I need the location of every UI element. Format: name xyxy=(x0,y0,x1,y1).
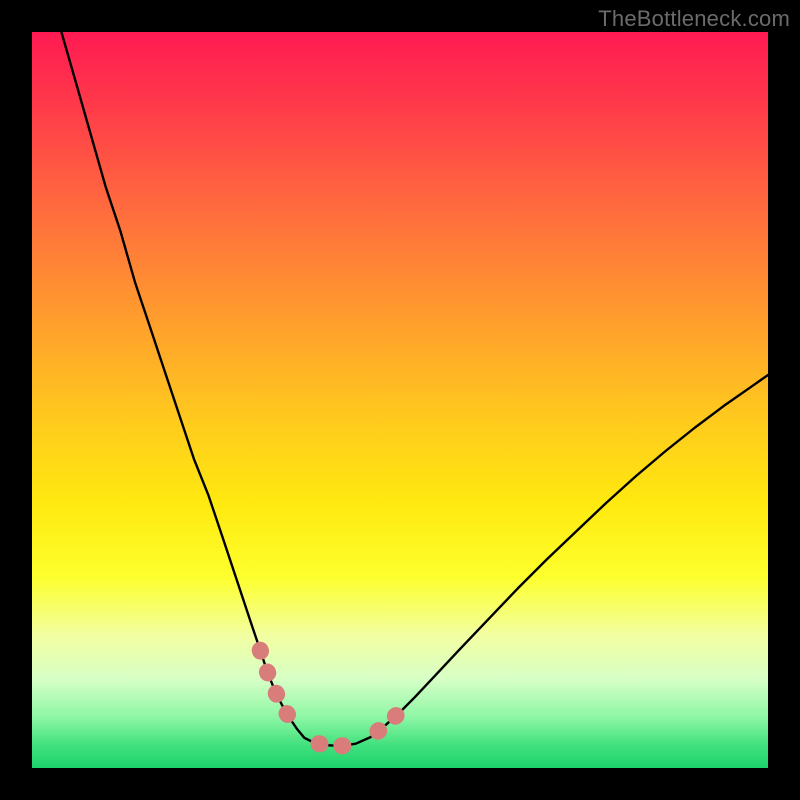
left-marker-segment xyxy=(260,650,297,729)
chart-svg xyxy=(32,32,768,768)
curve-path xyxy=(61,32,768,746)
right-marker-segment xyxy=(378,712,400,731)
marker-group xyxy=(260,650,400,746)
chart-plot-area xyxy=(32,32,768,768)
chart-frame: TheBottleneck.com xyxy=(0,0,800,800)
bottom-marker-segment xyxy=(319,744,356,746)
watermark-text: TheBottleneck.com xyxy=(598,6,790,32)
